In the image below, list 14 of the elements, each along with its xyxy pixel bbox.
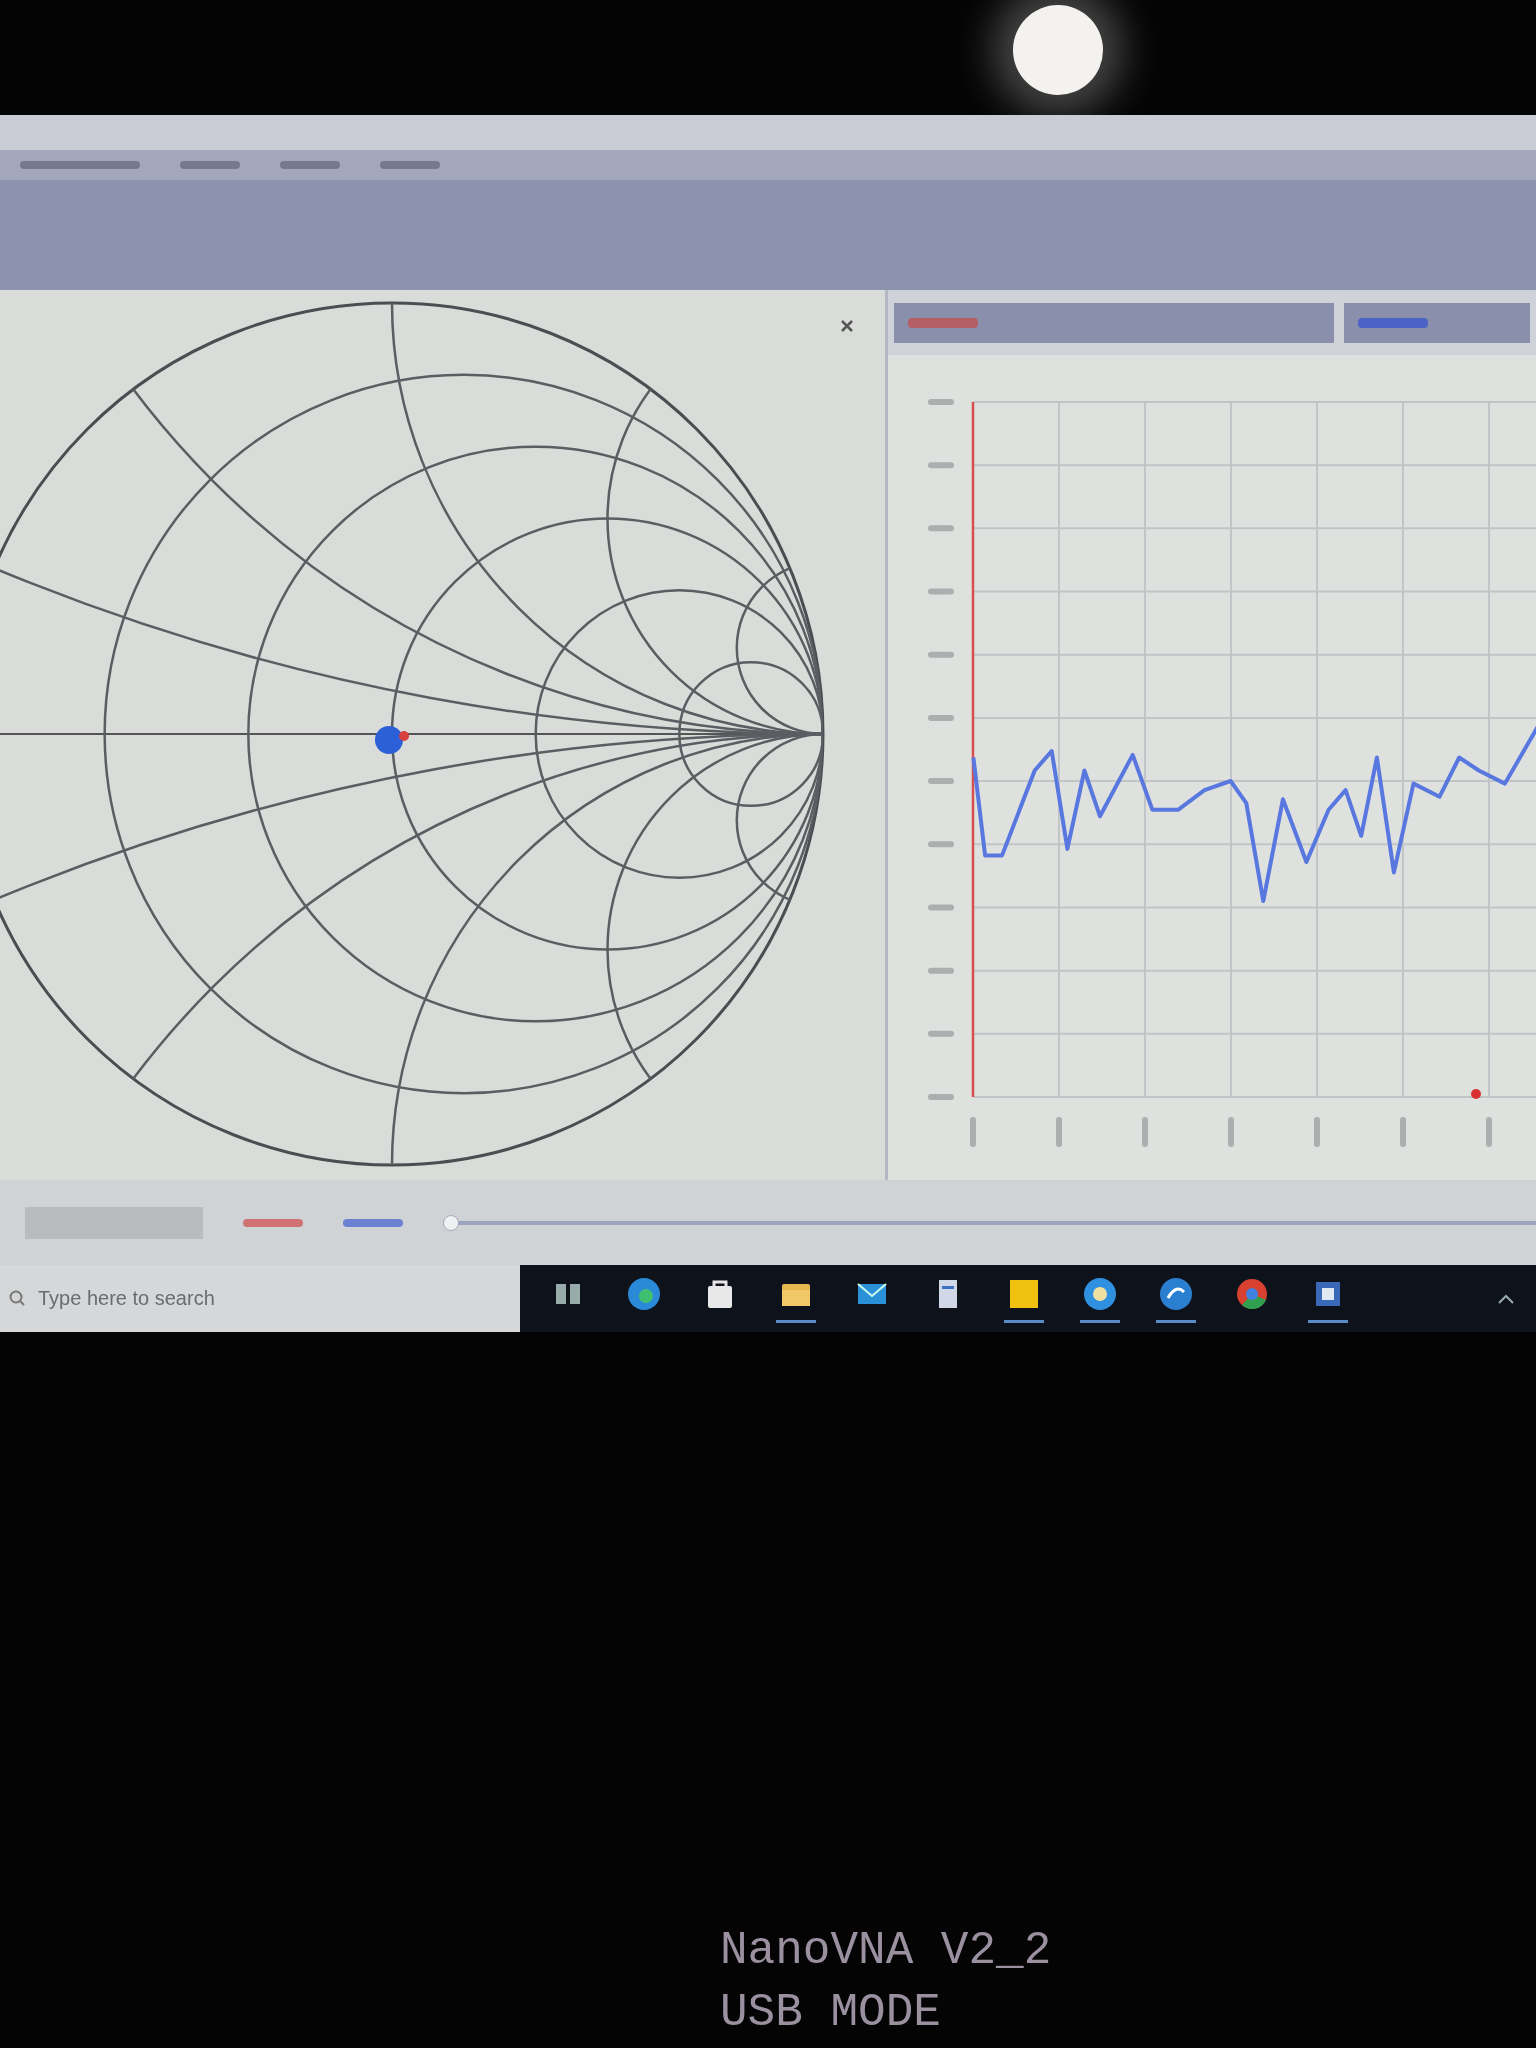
device-screen-text: USB MODE [720, 1986, 942, 2041]
frequency-slider[interactable] [443, 1214, 1536, 1231]
blurred-menu-label [180, 161, 240, 169]
close-icon[interactable] [839, 318, 855, 334]
blurred-menu-label [280, 161, 340, 169]
blurred-marker-label [343, 1218, 403, 1227]
marker-dot [1471, 1089, 1481, 1099]
search-field[interactable]: Type here to search [0, 1265, 520, 1332]
trace-dropdown[interactable] [1344, 302, 1530, 343]
trace-dropdown[interactable] [894, 302, 1334, 343]
device-screen-text: NanoVNA V2_2 [720, 1924, 1053, 1979]
blurred-marker-label [243, 1218, 303, 1227]
search-icon [8, 1289, 26, 1307]
blurred-menu-label [380, 161, 440, 169]
